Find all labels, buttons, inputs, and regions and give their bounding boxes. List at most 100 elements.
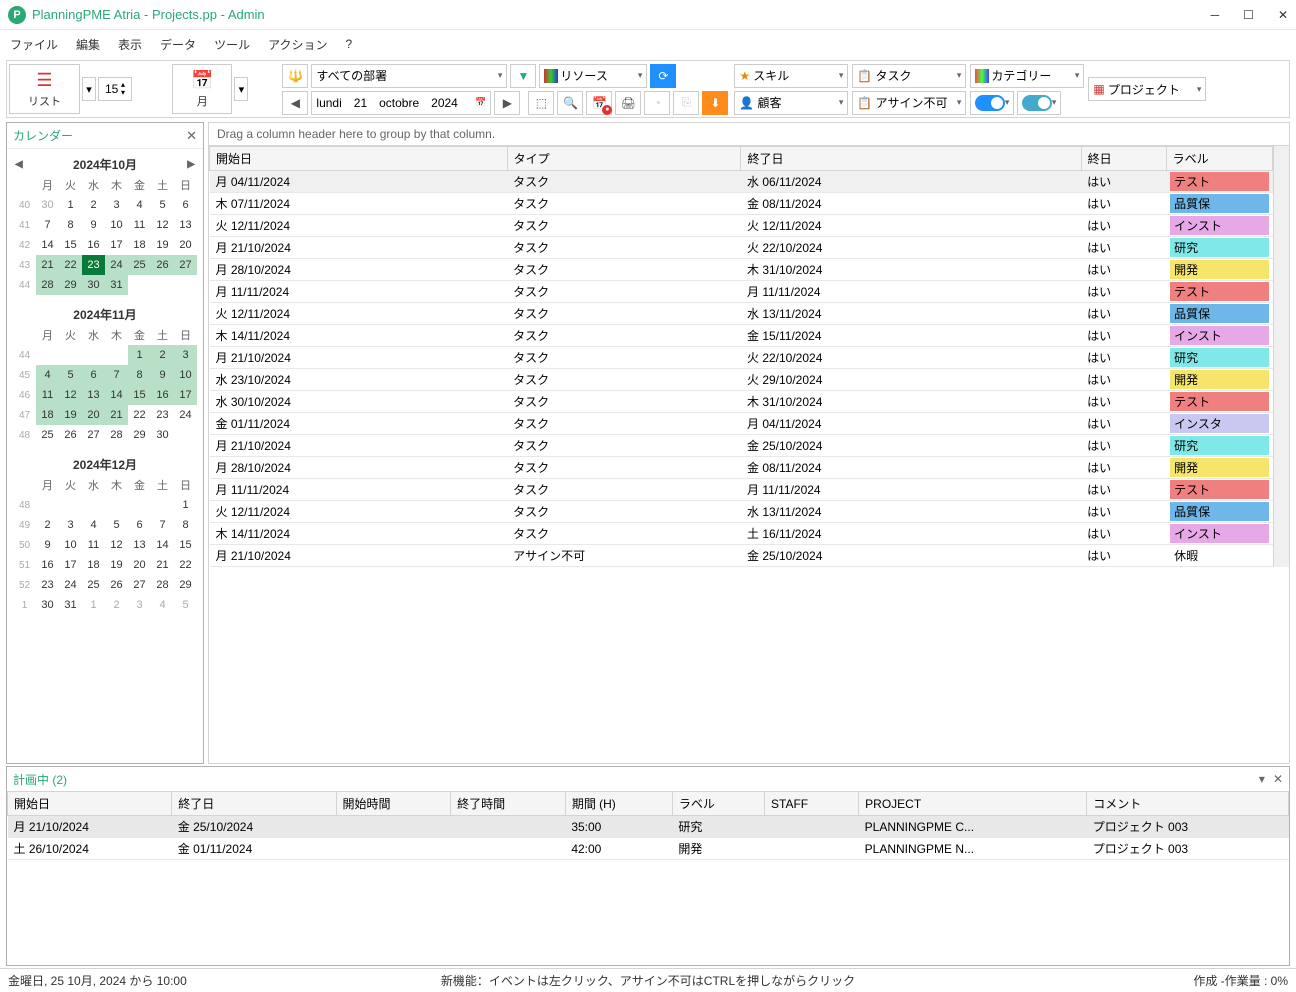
cal-day[interactable]: 19 xyxy=(151,235,174,255)
cal-day[interactable]: 27 xyxy=(174,255,197,275)
cal-day[interactable] xyxy=(174,275,197,295)
cal-day[interactable]: 14 xyxy=(151,535,174,555)
cal-day[interactable]: 31 xyxy=(105,275,128,295)
cal-day[interactable] xyxy=(151,275,174,295)
cal-day[interactable]: 22 xyxy=(128,405,151,425)
next-date-button[interactable]: ▶ xyxy=(494,91,520,115)
cal-day[interactable]: 6 xyxy=(82,365,105,385)
task-dropdown[interactable]: 📋 タスク▾ xyxy=(852,64,966,88)
cal-day[interactable] xyxy=(174,425,197,445)
cal-day[interactable]: 9 xyxy=(36,535,59,555)
cal-day[interactable] xyxy=(128,275,151,295)
resource-dropdown[interactable]: リソース▾ xyxy=(539,64,647,88)
close-button[interactable]: ✕ xyxy=(1278,8,1288,22)
bottom-header[interactable]: コメント xyxy=(1087,792,1289,816)
panel-close-icon[interactable]: ✕ xyxy=(1273,772,1283,786)
cal-day[interactable]: 12 xyxy=(105,535,128,555)
toggle1[interactable]: ▾ xyxy=(970,91,1014,115)
action-icon[interactable]: ⬇ xyxy=(702,91,728,115)
cal-day[interactable]: 13 xyxy=(82,385,105,405)
menu-編集[interactable]: 編集 xyxy=(76,36,100,53)
cal-day[interactable]: 24 xyxy=(174,405,197,425)
cal-day[interactable]: 1 xyxy=(174,495,197,515)
cal-day[interactable]: 18 xyxy=(36,405,59,425)
table-row[interactable]: 木 14/11/2024タスク土 16/11/2024はいインスト xyxy=(210,523,1273,545)
cal-day[interactable]: 20 xyxy=(174,235,197,255)
table-row[interactable]: 火 12/11/2024タスク火 12/11/2024はいインスト xyxy=(210,215,1273,237)
print-icon[interactable]: 🖨 xyxy=(615,91,641,115)
cal-day[interactable]: 14 xyxy=(36,235,59,255)
cal-day[interactable]: 7 xyxy=(36,215,59,235)
cal-day[interactable]: 8 xyxy=(174,515,197,535)
filter-icon[interactable]: ▼ xyxy=(510,64,536,88)
cal-day[interactable]: 30 xyxy=(36,195,59,215)
cal-day[interactable]: 26 xyxy=(105,575,128,595)
cal-day[interactable]: 8 xyxy=(59,215,82,235)
cal-day[interactable]: 23 xyxy=(36,575,59,595)
cal-day[interactable]: 21 xyxy=(36,255,59,275)
cal-day[interactable]: 24 xyxy=(105,255,128,275)
grid-header[interactable]: ラベル xyxy=(1166,147,1272,171)
table-row[interactable]: 火 12/11/2024タスク水 13/11/2024はい品質保 xyxy=(210,303,1273,325)
cal-day[interactable]: 25 xyxy=(82,575,105,595)
unassign-dropdown[interactable]: 📋 アサイン不可▾ xyxy=(852,91,966,115)
prev-date-button[interactable]: ◀ xyxy=(282,91,308,115)
list-view-button[interactable]: ☰ リスト xyxy=(9,64,80,114)
cal-day[interactable]: 19 xyxy=(59,405,82,425)
customer-dropdown[interactable]: 👤 顧客▾ xyxy=(734,91,848,115)
cal-day[interactable]: 29 xyxy=(59,275,82,295)
cal-day[interactable]: 12 xyxy=(151,215,174,235)
menu-表示[interactable]: 表示 xyxy=(118,36,142,53)
scrollbar[interactable] xyxy=(1273,146,1289,567)
table-row[interactable]: 月 04/11/2024タスク水 06/11/2024はいテスト xyxy=(210,171,1273,193)
cal-day[interactable]: 3 xyxy=(59,515,82,535)
bottom-header[interactable]: 開始時間 xyxy=(336,792,451,816)
cal-day[interactable]: 7 xyxy=(105,365,128,385)
cal-day[interactable]: 25 xyxy=(36,425,59,445)
cal-day[interactable]: 14 xyxy=(105,385,128,405)
hierarchy-icon[interactable]: 🔱 xyxy=(282,64,308,88)
spin-value[interactable]: 15▴▾ xyxy=(98,77,132,101)
cal-day[interactable]: 20 xyxy=(82,405,105,425)
cal-day[interactable]: 10 xyxy=(59,535,82,555)
cal-day[interactable]: 26 xyxy=(59,425,82,445)
today-icon[interactable]: 📅● xyxy=(586,91,612,115)
cal-day[interactable]: 5 xyxy=(174,595,197,615)
cal-day[interactable]: 11 xyxy=(82,535,105,555)
table-row[interactable]: 金 01/11/2024タスク月 04/11/2024はいインスタ xyxy=(210,413,1273,435)
main-grid[interactable]: 開始日タイプ終了日終日ラベル月 04/11/2024タスク水 06/11/202… xyxy=(208,146,1290,764)
cal-day[interactable]: 22 xyxy=(174,555,197,575)
cal-day[interactable]: 27 xyxy=(82,425,105,445)
cal-day[interactable]: 3 xyxy=(174,345,197,365)
cal-day[interactable]: 30 xyxy=(151,425,174,445)
cal-day[interactable]: 19 xyxy=(105,555,128,575)
cal-day[interactable]: 4 xyxy=(128,195,151,215)
cal-next[interactable]: ▶ xyxy=(187,159,195,170)
cal-day[interactable]: 5 xyxy=(105,515,128,535)
cal-day[interactable] xyxy=(105,345,128,365)
menu-データ[interactable]: データ xyxy=(160,36,196,53)
table-row[interactable]: 月 28/10/2024タスク金 08/11/2024はい開発 xyxy=(210,457,1273,479)
cal-day[interactable]: 10 xyxy=(105,215,128,235)
cal-day[interactable]: 23 xyxy=(82,255,105,275)
menu-?[interactable]: ? xyxy=(345,37,352,51)
grid-header[interactable]: タイプ xyxy=(507,147,741,171)
cal-day[interactable]: 30 xyxy=(82,275,105,295)
cal-day[interactable]: 21 xyxy=(105,405,128,425)
table-row[interactable]: 月 11/11/2024タスク月 11/11/2024はいテスト xyxy=(210,479,1273,501)
cal-day[interactable]: 2 xyxy=(151,345,174,365)
table-row[interactable]: 水 30/10/2024タスク木 31/10/2024はいテスト xyxy=(210,391,1273,413)
table-row[interactable]: 月 11/11/2024タスク月 11/11/2024はいテスト xyxy=(210,281,1273,303)
cal-day[interactable]: 28 xyxy=(36,275,59,295)
table-row[interactable]: 月 21/10/2024タスク金 25/10/2024はい研究 xyxy=(210,435,1273,457)
cal-day[interactable]: 26 xyxy=(151,255,174,275)
bottom-row[interactable]: 月 21/10/2024金 25/10/202435:00研究PLANNINGP… xyxy=(8,816,1289,838)
table-row[interactable]: 月 21/10/2024タスク火 22/10/2024はい研究 xyxy=(210,237,1273,259)
cal-day[interactable]: 1 xyxy=(128,345,151,365)
cal-day[interactable]: 16 xyxy=(36,555,59,575)
list-dropdown[interactable]: ▾ xyxy=(82,77,96,101)
cal-day[interactable] xyxy=(105,495,128,515)
table-row[interactable]: 火 12/11/2024タスク水 13/11/2024はい品質保 xyxy=(210,501,1273,523)
department-dropdown[interactable]: すべての部署▾ xyxy=(311,64,507,88)
cal-day[interactable]: 28 xyxy=(151,575,174,595)
